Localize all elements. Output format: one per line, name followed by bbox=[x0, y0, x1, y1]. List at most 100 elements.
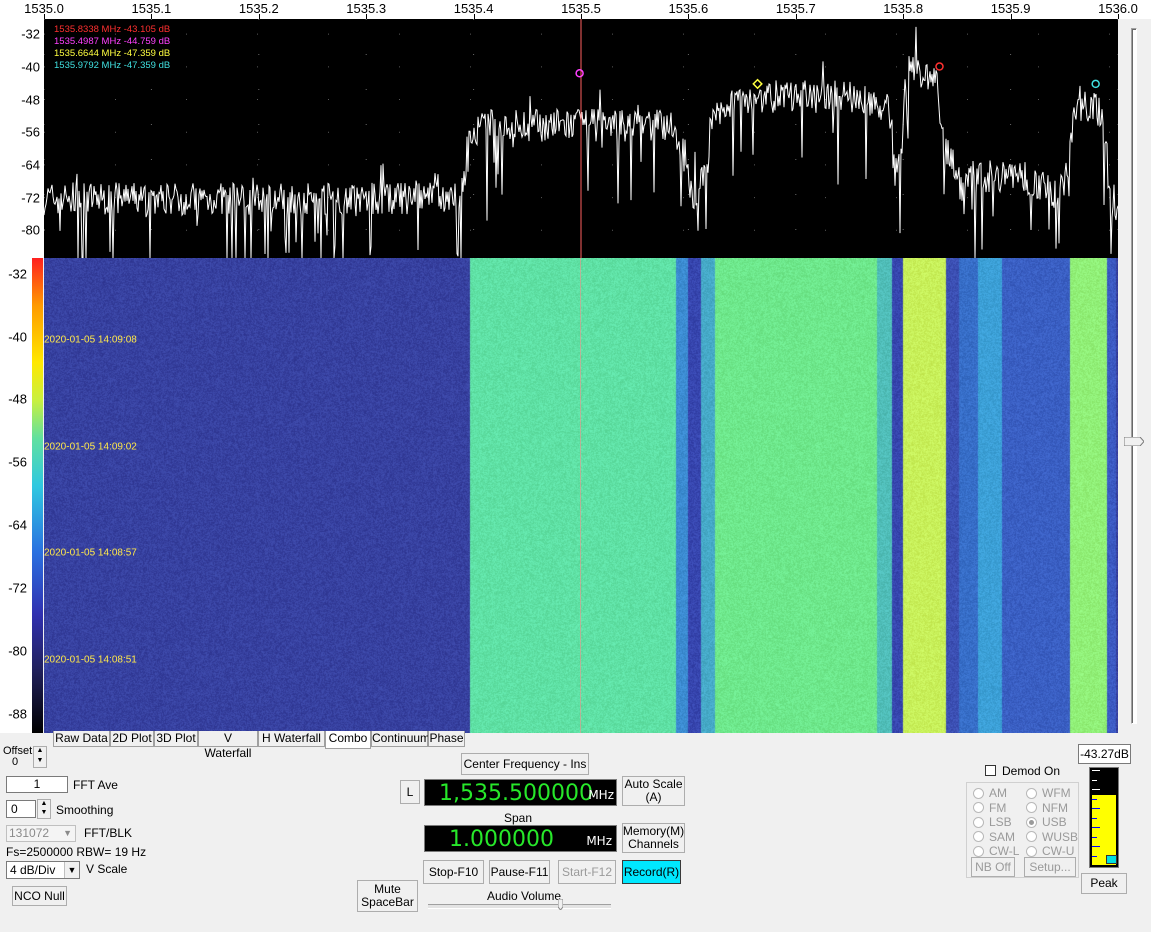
memory-channels-button[interactable]: Memory(M) Channels bbox=[622, 823, 685, 853]
mode-label: CW-U bbox=[1042, 844, 1075, 858]
tab-v-waterfall[interactable]: V Waterfall bbox=[198, 731, 258, 760]
mode-radio-sam[interactable]: SAM bbox=[973, 830, 1015, 844]
radio-dot bbox=[973, 787, 984, 799]
tab-continuum[interactable]: Continuum bbox=[371, 731, 430, 747]
waterfall-canvas bbox=[44, 258, 1118, 733]
nb-off-button[interactable]: NB Off bbox=[971, 857, 1015, 877]
waterfall-timestamp: 2020-01-05 14:08:51 bbox=[44, 654, 137, 666]
tab-raw-data[interactable]: Raw Data bbox=[53, 731, 110, 747]
lock-l-button[interactable]: L bbox=[400, 780, 420, 804]
mode-radio-cw-u[interactable]: CW-U bbox=[1026, 844, 1074, 858]
meter-tick bbox=[1092, 770, 1100, 771]
record-button[interactable]: Record(R) bbox=[622, 860, 681, 884]
waterfall-scale-tick-label: -64 bbox=[8, 517, 27, 533]
smoothing-label: Smoothing bbox=[56, 803, 114, 817]
signal-level-ticks bbox=[1092, 770, 1116, 865]
center-frequency-line bbox=[580, 258, 581, 733]
meter-tick bbox=[1092, 846, 1100, 847]
mode-label: AM bbox=[989, 786, 1007, 800]
pause-button[interactable]: Pause-F11 bbox=[489, 860, 550, 884]
mode-radio-wfm[interactable]: WFM bbox=[1026, 786, 1071, 800]
spectrum-plot[interactable]: 1535.8338 MHz -43.105 dB 1535.4987 MHz -4… bbox=[44, 19, 1118, 258]
waterfall-colorbar bbox=[32, 258, 43, 733]
peak-marker bbox=[575, 69, 584, 78]
offset-value[interactable]: 0 bbox=[2, 756, 32, 770]
meter-tick bbox=[1092, 817, 1097, 819]
fft-blk-select[interactable]: 131072 ▼ bbox=[6, 825, 76, 842]
waterfall-scale-tick-label: -48 bbox=[8, 391, 27, 407]
setup-button[interactable]: Setup... bbox=[1024, 857, 1076, 877]
mute-button-shortcut: SpaceBar bbox=[361, 895, 414, 909]
audio-volume-thumb[interactable] bbox=[557, 898, 564, 911]
waterfall-timestamp: 2020-01-05 14:09:02 bbox=[44, 441, 137, 453]
center-frequency-value: 1,535.500000 bbox=[439, 781, 593, 806]
mode-radio-nfm[interactable]: NFM bbox=[1026, 801, 1068, 815]
level-readout: -43.27dB bbox=[1078, 744, 1131, 764]
demod-on-checkbox[interactable] bbox=[985, 765, 996, 776]
marker-readout: 1535.4987 MHz -44.759 dB bbox=[54, 36, 171, 47]
span-label: Span bbox=[504, 811, 533, 825]
frequency-axis: 1535.0 1535.1 1535.2 1535.3 1535.4 1535.5 1535… bbox=[0, 0, 1151, 19]
auto-scale-shortcut: (A) bbox=[645, 790, 662, 804]
meter-tick bbox=[1092, 808, 1100, 809]
marker-readout: 1535.6644 MHz -47.359 dB bbox=[54, 48, 171, 59]
radio-dot bbox=[973, 845, 984, 857]
tab-3d-plot[interactable]: 3D Plot bbox=[154, 731, 198, 747]
tab-2d-plot[interactable]: 2D Plot bbox=[110, 731, 154, 747]
peak-button[interactable]: Peak bbox=[1081, 873, 1127, 894]
radio-dot bbox=[1026, 787, 1037, 799]
radio-dot bbox=[1026, 816, 1037, 828]
display-range-slider-track[interactable] bbox=[1131, 28, 1137, 724]
center-frequency-button[interactable]: Center Frequency - Ins bbox=[461, 753, 589, 775]
vscale-label: V Scale bbox=[86, 862, 128, 876]
chevron-down-icon: ▼ bbox=[63, 828, 72, 838]
meter-tick bbox=[1092, 836, 1097, 838]
mode-label: WFM bbox=[1042, 786, 1071, 800]
fft-ave-input[interactable]: 1 bbox=[6, 776, 68, 793]
marker-readout: 1535.9792 MHz -47.359 dB bbox=[54, 60, 171, 71]
mode-radio-fm[interactable]: FM bbox=[973, 801, 1006, 815]
mode-radio-am[interactable]: AM bbox=[973, 786, 1007, 800]
demod-on-label: Demod On bbox=[1002, 764, 1061, 778]
mode-label: CW-L bbox=[989, 844, 1020, 858]
nco-null-button[interactable]: NCO Null bbox=[12, 886, 67, 906]
audio-volume-track[interactable] bbox=[428, 904, 611, 909]
meter-tick bbox=[1092, 779, 1097, 781]
smoothing-spinner[interactable]: ▲ ▼ bbox=[37, 799, 51, 819]
waterfall-display[interactable]: 2020-01-05 14:09:08 2020-01-05 14:09:02 20… bbox=[44, 258, 1118, 733]
meter-tick bbox=[1092, 827, 1100, 828]
tab-h-waterfall[interactable]: H Waterfall bbox=[258, 731, 325, 747]
tab-phase[interactable]: Phase bbox=[428, 731, 465, 747]
waterfall-scale-tick-label: -88 bbox=[8, 706, 27, 722]
fft-blk-label: FFT/BLK bbox=[84, 826, 133, 840]
vscale-select[interactable]: 4 dB/Div ▼ bbox=[6, 861, 80, 879]
waterfall-scale-tick-label: -32 bbox=[8, 266, 27, 282]
mode-radio-cw-l[interactable]: CW-L bbox=[973, 844, 1019, 858]
mode-label: NFM bbox=[1042, 800, 1068, 815]
spectrum-y-axis: -32 -40 -48 -56 -64 -72 -80 bbox=[0, 19, 44, 258]
mode-label: SAM bbox=[989, 829, 1016, 844]
start-button[interactable]: Start-F12 bbox=[558, 860, 616, 884]
display-range-slider-thumb[interactable] bbox=[1123, 435, 1145, 447]
waterfall-scale-tick-label: -72 bbox=[8, 580, 27, 596]
peak-marker bbox=[752, 78, 763, 90]
radio-dot bbox=[973, 816, 984, 828]
mute-button[interactable]: Mute SpaceBar bbox=[357, 880, 418, 912]
mode-radio-lsb[interactable]: LSB bbox=[973, 815, 1012, 829]
stop-button[interactable]: Stop-F10 bbox=[423, 860, 484, 884]
radio-dot bbox=[1026, 845, 1037, 857]
spectrum-y-tick-label: -64 bbox=[21, 157, 40, 173]
auto-scale-button[interactable]: Auto Scale (A) bbox=[622, 776, 685, 806]
mode-radio-usb[interactable]: USB bbox=[1026, 815, 1067, 829]
mode-radio-wusb[interactable]: WUSB bbox=[1026, 830, 1078, 844]
offset-spinner[interactable]: ▲ ▼ bbox=[33, 746, 47, 768]
span-display[interactable]: 1.000000 MHz bbox=[424, 825, 617, 852]
waterfall-scale-axis: -32 -40 -48 -56 -64 -72 -80 -88 bbox=[0, 258, 32, 733]
tab-combo[interactable]: Combo bbox=[325, 731, 371, 749]
mode-label: FM bbox=[989, 800, 1007, 815]
waterfall-timestamp: 2020-01-05 14:09:08 bbox=[44, 334, 137, 346]
center-frequency-display[interactable]: 1,535.500000 MHz bbox=[424, 779, 617, 806]
smoothing-input[interactable]: 0 bbox=[6, 800, 36, 818]
mode-label: WUSB bbox=[1042, 829, 1078, 844]
spectrum-y-tick-label: -48 bbox=[21, 92, 40, 108]
